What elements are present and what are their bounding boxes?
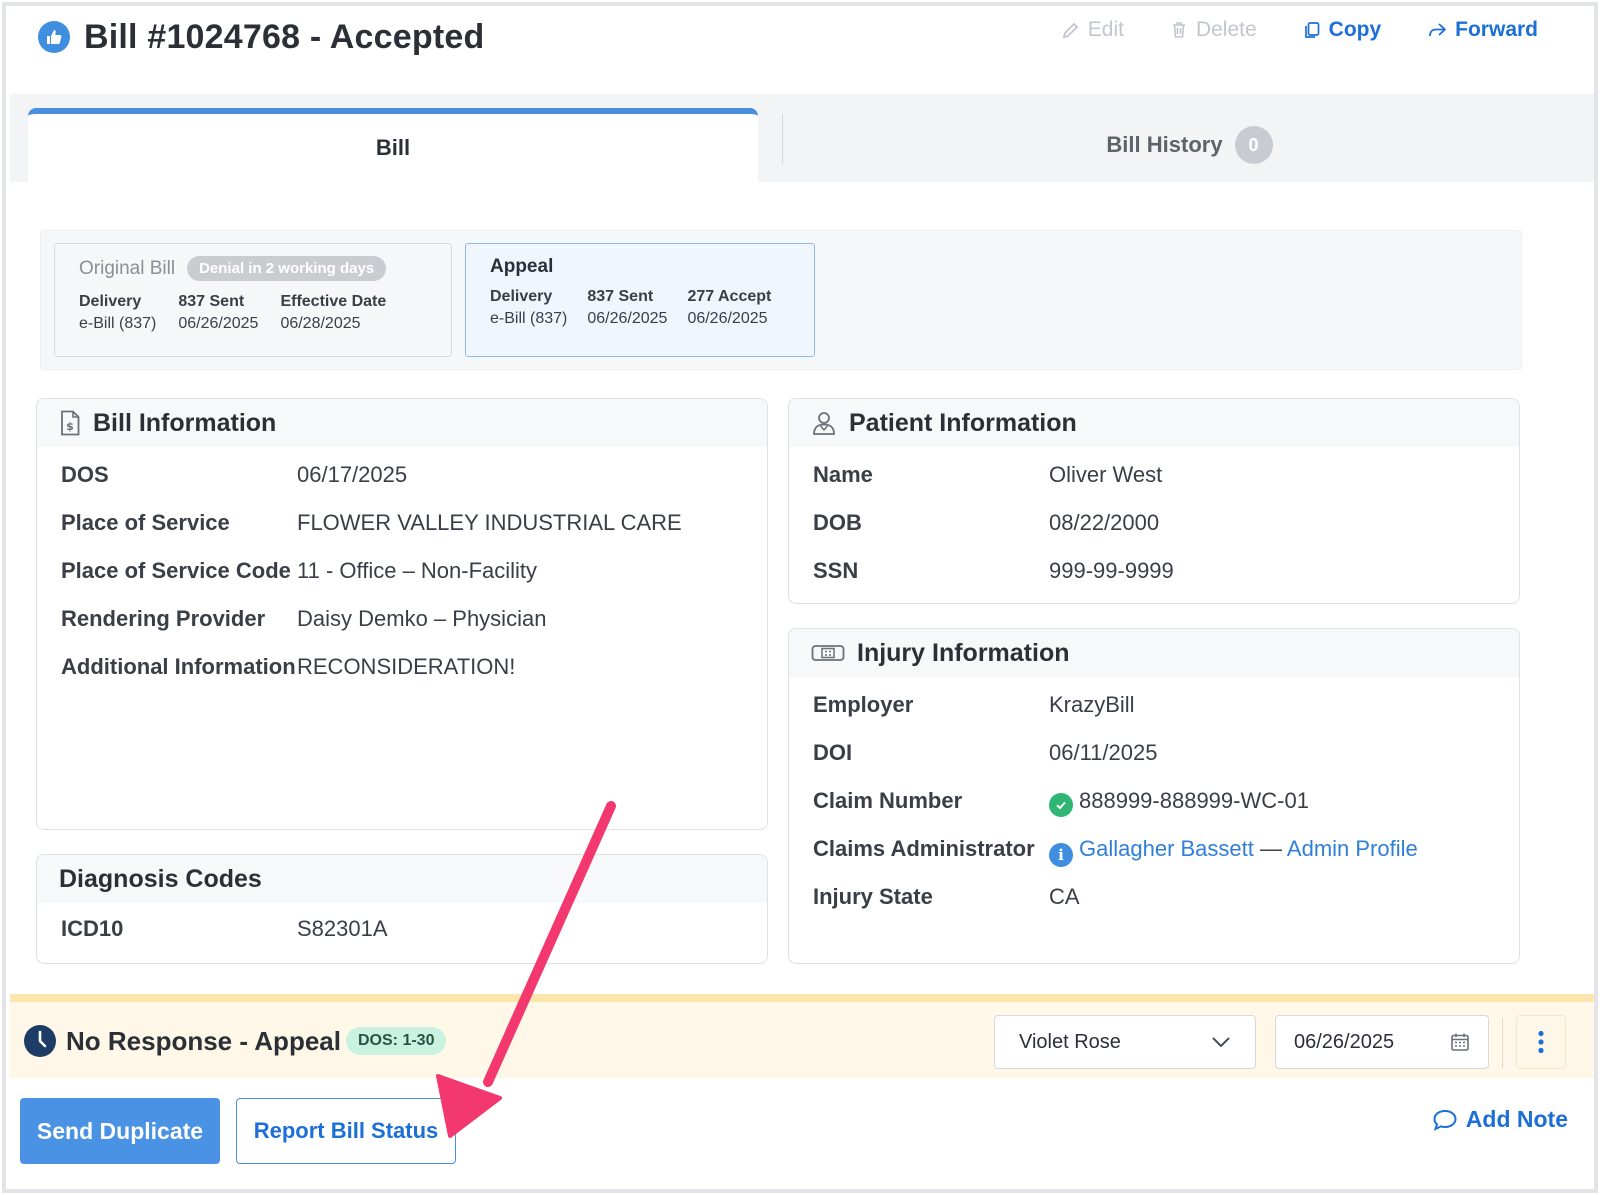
admin-profile-link[interactable]: Admin Profile bbox=[1287, 836, 1418, 861]
assignee-value: Violet Rose bbox=[1019, 1030, 1121, 1053]
bill-status-bar: No Response - Appeal DOS: 1-30 Violet Ro… bbox=[10, 994, 1594, 1078]
forward-label: Forward bbox=[1455, 18, 1538, 41]
appeal-col-277-accept: 277 Accept 06/26/2025 bbox=[687, 288, 772, 327]
bill-information-title: Bill Information bbox=[93, 408, 277, 437]
calendar-icon[interactable] bbox=[1450, 1032, 1470, 1052]
info-icon[interactable]: i bbox=[1049, 843, 1073, 867]
copy-icon bbox=[1304, 22, 1320, 38]
patient-information-title: Patient Information bbox=[849, 408, 1077, 437]
thumbs-up-icon bbox=[38, 21, 70, 53]
patient-row: DOB 08/22/2000 bbox=[813, 510, 1160, 535]
bill-info-row: DOS 06/17/2025 bbox=[61, 462, 408, 487]
original-bill-card[interactable]: Original Bill Denial in 2 working days D… bbox=[54, 243, 452, 357]
injury-information-panel: Injury Information Employer KrazyBill DOI… bbox=[788, 628, 1520, 964]
bandage-icon bbox=[811, 645, 845, 661]
clock-icon bbox=[24, 1025, 56, 1057]
pencil-icon bbox=[1062, 22, 1079, 39]
bill-info-row: Place of Service Code 11 - Office – Non-F… bbox=[61, 558, 538, 583]
denial-badge: Denial in 2 working days bbox=[187, 256, 387, 281]
orig-col-delivery: Delivery e-Bill (837) bbox=[79, 293, 157, 332]
tab-bar: Bill Bill History 0 bbox=[10, 94, 1594, 182]
bill-information-panel: $ Bill Information DOS 06/17/2025 Place o… bbox=[36, 398, 768, 830]
status-title: No Response - Appeal bbox=[66, 1026, 341, 1056]
diagnosis-codes-title: Diagnosis Codes bbox=[37, 855, 767, 903]
history-count-badge: 0 bbox=[1234, 126, 1273, 164]
page-title: Bill #1024768 - Accepted bbox=[84, 17, 485, 56]
injury-row-doi: DOI 06/11/2025 bbox=[813, 740, 1158, 765]
add-note-button[interactable]: Add Note bbox=[1432, 1106, 1568, 1133]
patient-icon bbox=[813, 412, 835, 435]
kebab-menu-icon bbox=[1538, 1030, 1544, 1054]
chevron-down-icon bbox=[1212, 1037, 1230, 1048]
injury-row-state: Injury State CA bbox=[813, 884, 1080, 909]
injury-information-title: Injury Information bbox=[857, 638, 1070, 667]
page-frame: Bill #1024768 - Accepted Edit Delete Cop… bbox=[2, 2, 1598, 1193]
dos-badge: DOS: 1-30 bbox=[346, 1027, 447, 1055]
injury-row-claim: Claim Number 888999-888999-WC-01 bbox=[813, 783, 1495, 819]
tab-bill-history-label: Bill History bbox=[1106, 132, 1223, 157]
invoice-dollar-icon: $ bbox=[61, 410, 80, 436]
bill-info-row: Additional Information RECONSIDERATION! bbox=[61, 654, 516, 679]
appeal-bill-card[interactable]: Appeal Delivery e-Bill (837) 837 Sent 06/2… bbox=[465, 243, 815, 357]
tab-bill-history[interactable]: Bill History 0 bbox=[783, 108, 1594, 182]
patient-row: Name Oliver West bbox=[813, 462, 1163, 487]
header-actions: Edit Delete Copy Forward bbox=[1062, 18, 1538, 42]
injury-row-employer: Employer KrazyBill bbox=[813, 692, 1135, 717]
tab-bill[interactable]: Bill bbox=[28, 108, 758, 182]
admin-separator: — bbox=[1260, 836, 1282, 861]
date-input[interactable]: 06/26/2025 bbox=[1275, 1015, 1489, 1069]
diagnosis-codes-panel: Diagnosis Codes ICD10 S82301A bbox=[36, 854, 768, 964]
assignee-select[interactable]: Violet Rose bbox=[994, 1015, 1256, 1069]
svg-text:$: $ bbox=[66, 420, 74, 433]
appeal-col-delivery: Delivery e-Bill (837) bbox=[490, 288, 568, 327]
date-value: 06/26/2025 bbox=[1294, 1030, 1395, 1053]
diagnosis-row: ICD10 S82301A bbox=[61, 916, 388, 941]
copy-button[interactable]: Copy bbox=[1303, 18, 1382, 42]
edit-button[interactable]: Edit bbox=[1062, 18, 1124, 42]
bill-info-row: Place of Service FLOWER VALLEY INDUSTRIAL… bbox=[61, 510, 682, 535]
trash-icon bbox=[1172, 22, 1185, 38]
original-bill-title: Original Bill bbox=[79, 257, 176, 279]
appeal-col-837-sent: 837 Sent 06/26/2025 bbox=[587, 288, 668, 327]
appeal-title: Appeal bbox=[490, 256, 554, 277]
page-header: Bill #1024768 - Accepted bbox=[38, 14, 484, 60]
forward-arrow-icon bbox=[1429, 23, 1447, 37]
edit-label: Edit bbox=[1087, 18, 1124, 41]
bill-cards-row: Original Bill Denial in 2 working days D… bbox=[40, 230, 1522, 370]
add-note-label: Add Note bbox=[1465, 1106, 1568, 1132]
admin-name-link[interactable]: Gallagher Bassett bbox=[1079, 836, 1254, 861]
report-bill-status-button[interactable]: Report Bill Status bbox=[236, 1098, 456, 1164]
claim-number: 888999-888999-WC-01 bbox=[1079, 788, 1309, 813]
delete-button[interactable]: Delete bbox=[1170, 18, 1257, 42]
status-bar-divider bbox=[1502, 1018, 1503, 1068]
more-options-button[interactable] bbox=[1516, 1015, 1566, 1069]
orig-col-effective-date: Effective Date 06/28/2025 bbox=[280, 293, 387, 332]
bill-info-row: Rendering Provider Daisy Demko – Physicia… bbox=[61, 606, 547, 631]
injury-row-admin: Claims Administrator i Gallagher Bassett … bbox=[813, 831, 1495, 867]
send-duplicate-button[interactable]: Send Duplicate bbox=[20, 1098, 220, 1164]
patient-row: SSN 999-99-9999 bbox=[813, 558, 1174, 583]
check-circle-icon bbox=[1049, 793, 1073, 817]
delete-label: Delete bbox=[1195, 18, 1257, 41]
copy-label: Copy bbox=[1328, 18, 1382, 41]
forward-button[interactable]: Forward bbox=[1427, 18, 1538, 42]
patient-information-panel: Patient Information Name Oliver West DOB 0… bbox=[788, 398, 1520, 604]
orig-col-837-sent: 837 Sent 06/26/2025 bbox=[178, 293, 259, 332]
comment-icon bbox=[1433, 1109, 1457, 1131]
